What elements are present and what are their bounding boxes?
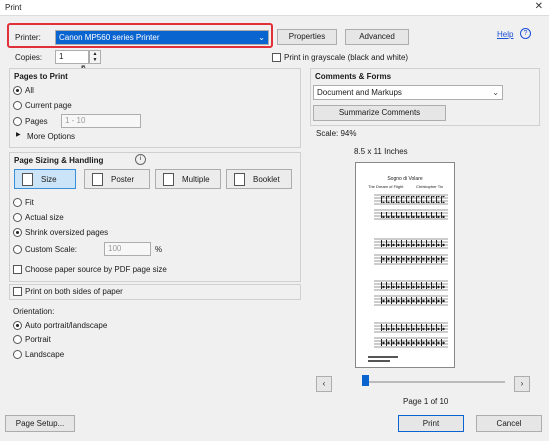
multiple-icon [163,173,174,186]
radio-shrink-oversized-label: Shrink oversized pages [25,228,109,237]
chevron-down-icon[interactable]: ⌄ [258,31,265,44]
sheet-music-staves [368,194,448,362]
more-options-link[interactable]: More Options [27,132,75,141]
comments-select[interactable]: Document and Markups ⌄ [313,85,503,100]
multiple-button-label: Multiple [182,175,210,184]
radio-portrait-label: Portrait [25,335,51,344]
page-slider-track[interactable] [362,381,505,383]
title-bar: Print ✕ [0,0,549,16]
radio-custom-scale-label: Custom Scale: [25,245,78,254]
radio-current-page-label: Current page [25,101,72,110]
page-setup-button[interactable]: Page Setup... [5,415,75,432]
properties-button[interactable]: Properties [277,29,337,45]
radio-auto-orientation[interactable] [13,321,22,330]
orientation-title: Orientation: [13,307,55,316]
radio-actual-size-label: Actual size [25,213,64,222]
radio-all[interactable] [13,86,22,95]
expand-triangle-icon[interactable]: ▶ [16,131,21,138]
paper-source-checkbox[interactable] [13,265,22,274]
booklet-button-label: Booklet [253,175,280,184]
radio-fit[interactable] [13,198,22,207]
chevron-down-icon[interactable]: ⌄ [492,86,499,99]
percent-label: % [155,245,163,254]
poster-icon [92,173,103,186]
booklet-button[interactable]: Booklet [226,169,292,189]
size-button-label: Size [41,175,57,184]
scale-readout: Scale: 94% [316,129,357,138]
printer-value: Canon MP560 series Printer [59,33,160,42]
printer-select[interactable]: Canon MP560 series Printer ⌄ [55,30,269,45]
grayscale-checkbox[interactable] [272,53,281,62]
multiple-button[interactable]: Multiple [155,169,221,189]
grayscale-label: Print in grayscale (black and white) [284,53,409,62]
radio-custom-scale[interactable] [13,245,22,254]
print-button[interactable]: Print [398,415,464,432]
custom-scale-input[interactable]: 100 [104,242,151,256]
page-slider-thumb[interactable] [362,375,369,386]
help-icon[interactable]: ? [520,28,531,39]
paper-source-label: Choose paper source by PDF page size [25,265,167,274]
radio-landscape[interactable] [13,350,22,359]
pages-to-print-title: Pages to Print [14,72,68,81]
pages-range-input[interactable]: 1 - 10 [61,114,141,128]
page-of-readout: Page 1 of 10 [403,397,449,406]
both-sides-checkbox[interactable] [13,287,22,296]
advanced-button[interactable]: Advanced [345,29,409,45]
info-icon[interactable]: i [135,154,146,165]
page-preview: Sogno di Volare The Dream of Flight Chri… [355,162,455,368]
radio-landscape-label: Landscape [25,350,65,359]
both-sides-label: Print on both sides of paper [25,287,123,296]
radio-fit-label: Fit [25,198,34,207]
copies-stepper[interactable]: ▲ ▼ [89,50,101,64]
radio-all-label: All [25,86,34,95]
cancel-button[interactable]: Cancel [476,415,542,432]
window-title: Print [5,3,22,12]
radio-shrink-oversized[interactable] [13,228,22,237]
copies-label: Copies: [15,53,43,62]
booklet-icon [234,173,245,186]
size-icon [22,173,33,186]
page-sizing-title: Page Sizing & Handling [14,156,104,165]
printer-label: Printer: [15,33,41,42]
next-page-button[interactable]: › [514,376,530,392]
radio-pages-label: Pages [25,117,48,126]
previous-page-button[interactable]: ‹ [316,376,332,392]
poster-button[interactable]: Poster [84,169,150,189]
comments-title: Comments & Forms [315,72,392,81]
radio-auto-orientation-label: Auto portrait/landscape [25,321,108,330]
size-button[interactable]: Size [14,169,76,189]
close-icon[interactable]: ✕ [535,1,543,12]
help-link[interactable]: Help [497,30,513,39]
radio-actual-size[interactable] [13,213,22,222]
radio-pages[interactable] [13,117,22,126]
radio-portrait[interactable] [13,335,22,344]
poster-button-label: Poster [111,175,135,184]
comments-value: Document and Markups [317,88,402,97]
radio-current-page[interactable] [13,101,22,110]
paper-size-readout: 8.5 x 11 Inches [354,147,408,156]
summarize-comments-button[interactable]: Summarize Comments [313,105,446,121]
